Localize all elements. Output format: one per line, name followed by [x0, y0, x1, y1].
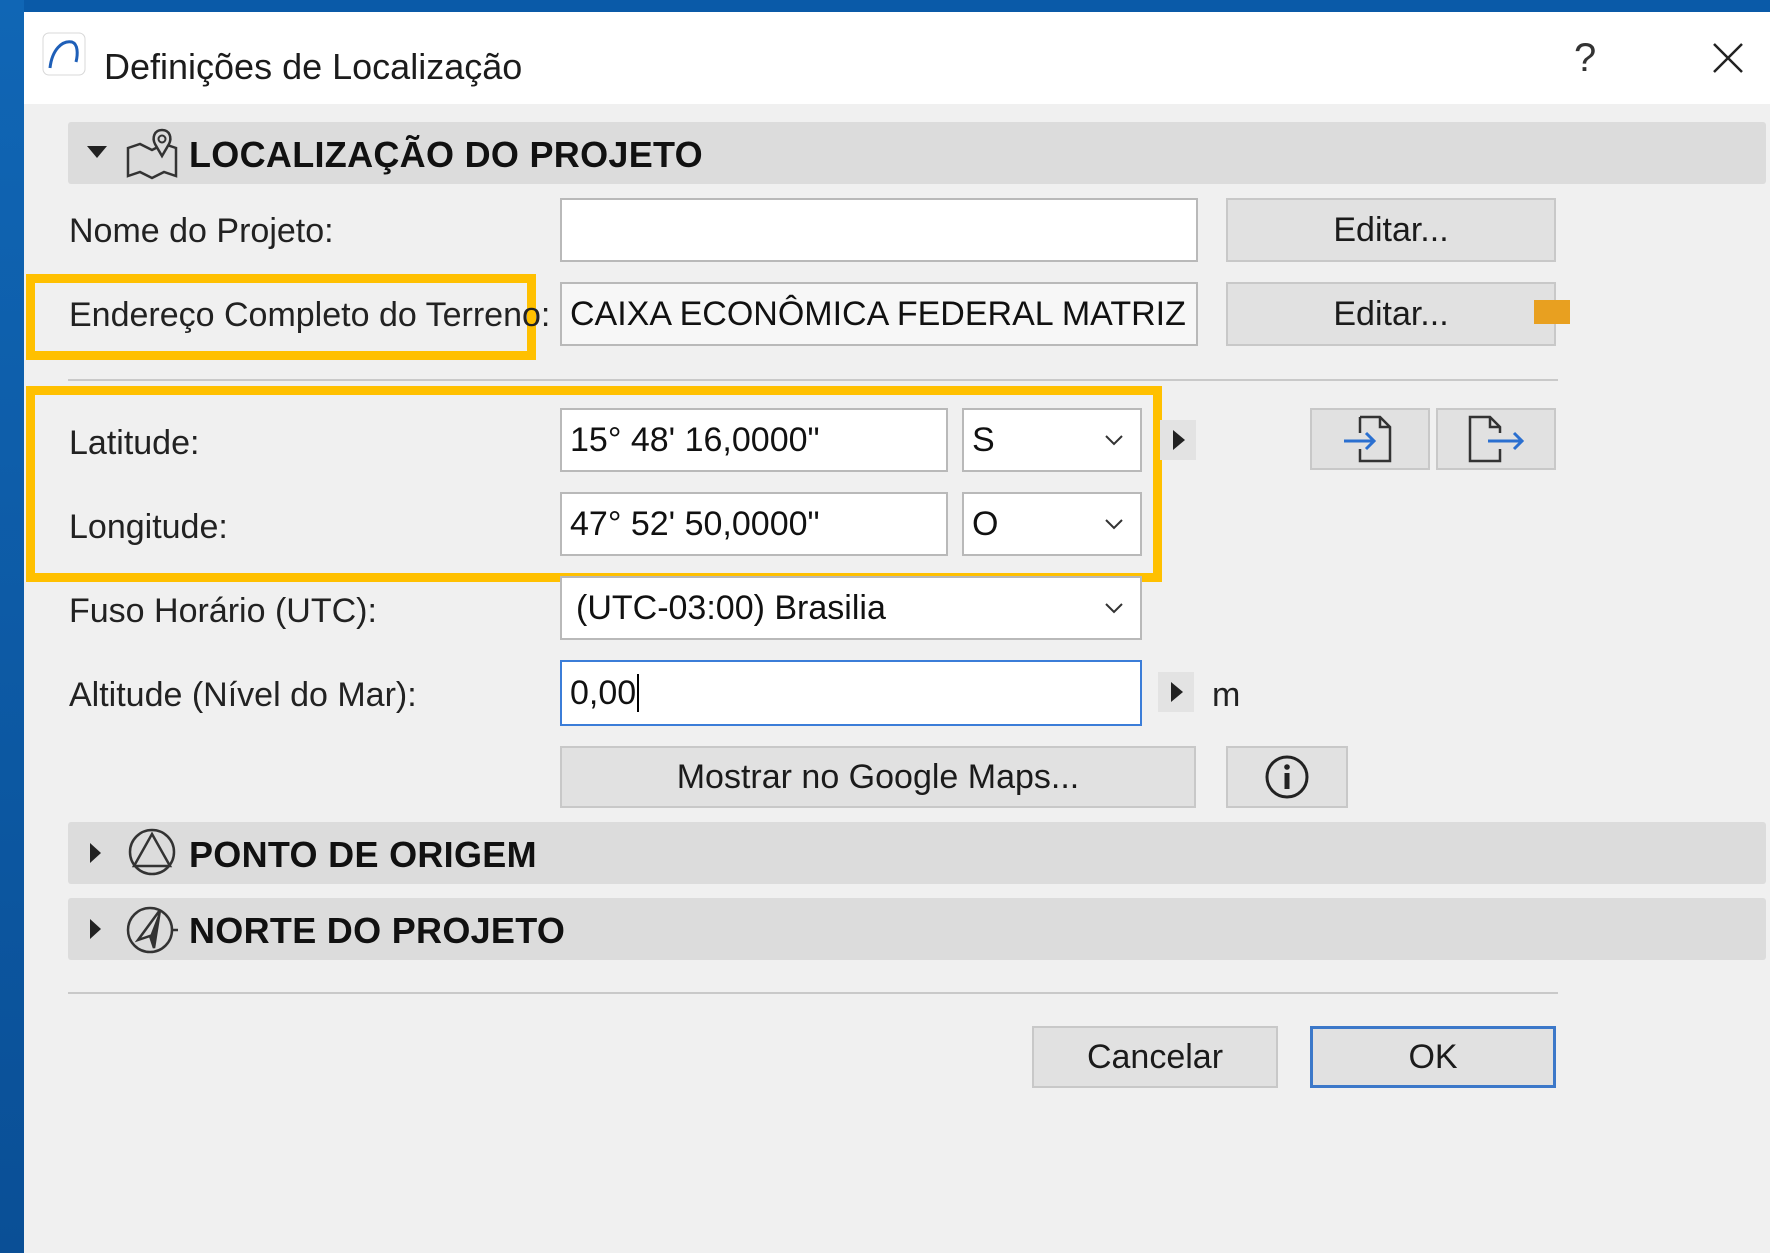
- window-title: Definições de Localização: [104, 46, 523, 87]
- section-origin-title: PONTO DE ORIGEM: [189, 834, 537, 875]
- section-north-title: NORTE DO PROJETO: [189, 910, 566, 951]
- text-caret: [637, 674, 640, 712]
- project-name-label: Nome do Projeto:: [69, 212, 334, 250]
- ok-button[interactable]: OK: [1310, 1026, 1556, 1088]
- chevron-down-icon: [1105, 519, 1123, 530]
- address-label: Endereço Completo do Terreno:: [69, 296, 551, 334]
- collapse-triangle-icon: [87, 146, 107, 158]
- altitude-unit: m: [1212, 676, 1241, 714]
- longitude-label: Longitude:: [69, 508, 228, 546]
- separator-bottom: [68, 992, 1558, 994]
- section-origin-header[interactable]: PONTO DE ORIGEM: [68, 822, 1766, 884]
- orange-arrow-marker: [1534, 300, 1570, 324]
- chevron-down-icon: [1105, 435, 1123, 446]
- expand-triangle-icon: [90, 919, 101, 939]
- timezone-select[interactable]: (UTC-03:00) Brasilia: [560, 576, 1142, 640]
- arrow-right-icon[interactable]: [1160, 420, 1196, 460]
- origin-triangle-icon: [128, 828, 176, 876]
- latitude-label: Latitude:: [69, 424, 200, 462]
- app-icon: [42, 32, 86, 76]
- altitude-label: Altitude (Nível do Mar):: [69, 676, 417, 714]
- location-settings-dialog: Definições de Localização ? LOCALIZAÇÃO …: [24, 12, 1770, 1253]
- latitude-hemisphere-select[interactable]: S: [962, 408, 1142, 472]
- import-coordinates-button[interactable]: [1310, 408, 1430, 470]
- project-name-field[interactable]: [560, 198, 1198, 262]
- desktop-top-strip: [0, 0, 1770, 12]
- info-button[interactable]: [1226, 746, 1348, 808]
- latitude-hemisphere-value: S: [972, 420, 995, 459]
- longitude-hemisphere-value: O: [972, 504, 999, 543]
- altitude-value: 0,00: [570, 673, 637, 712]
- show-google-maps-button[interactable]: Mostrar no Google Maps...: [560, 746, 1196, 808]
- edit-project-name-button[interactable]: Editar...: [1226, 198, 1556, 262]
- longitude-field[interactable]: 47° 52' 50,0000": [560, 492, 948, 556]
- title-bar: Definições de Localização ?: [24, 12, 1770, 104]
- close-icon[interactable]: [1704, 34, 1752, 82]
- section-location-header[interactable]: LOCALIZAÇÃO DO PROJETO: [68, 122, 1766, 184]
- section-location-title: LOCALIZAÇÃO DO PROJETO: [189, 134, 703, 175]
- altitude-field[interactable]: 0,00: [560, 660, 1142, 726]
- compass-icon: [126, 906, 178, 954]
- timezone-label: Fuso Horário (UTC):: [69, 592, 377, 630]
- help-button[interactable]: ?: [1574, 36, 1596, 81]
- expand-triangle-icon: [90, 843, 101, 863]
- address-field[interactable]: CAIXA ECONÔMICA FEDERAL MATRIZ I, SBS: [560, 282, 1198, 346]
- map-pin-icon: [126, 128, 178, 180]
- arrow-right-icon[interactable]: [1158, 672, 1194, 712]
- desktop-left-strip: [0, 0, 24, 1253]
- separator-top: [68, 379, 1558, 381]
- info-icon: [1265, 755, 1309, 799]
- export-icon: [1468, 415, 1525, 463]
- timezone-value: (UTC-03:00) Brasilia: [576, 588, 886, 627]
- longitude-hemisphere-select[interactable]: O: [962, 492, 1142, 556]
- cancel-button[interactable]: Cancelar: [1032, 1026, 1278, 1088]
- latitude-field[interactable]: 15° 48' 16,0000": [560, 408, 948, 472]
- section-north-header[interactable]: NORTE DO PROJETO: [68, 898, 1766, 960]
- edit-address-button[interactable]: Editar...: [1226, 282, 1556, 346]
- import-icon: [1344, 415, 1392, 463]
- export-coordinates-button[interactable]: [1436, 408, 1556, 470]
- chevron-down-icon: [1105, 603, 1123, 614]
